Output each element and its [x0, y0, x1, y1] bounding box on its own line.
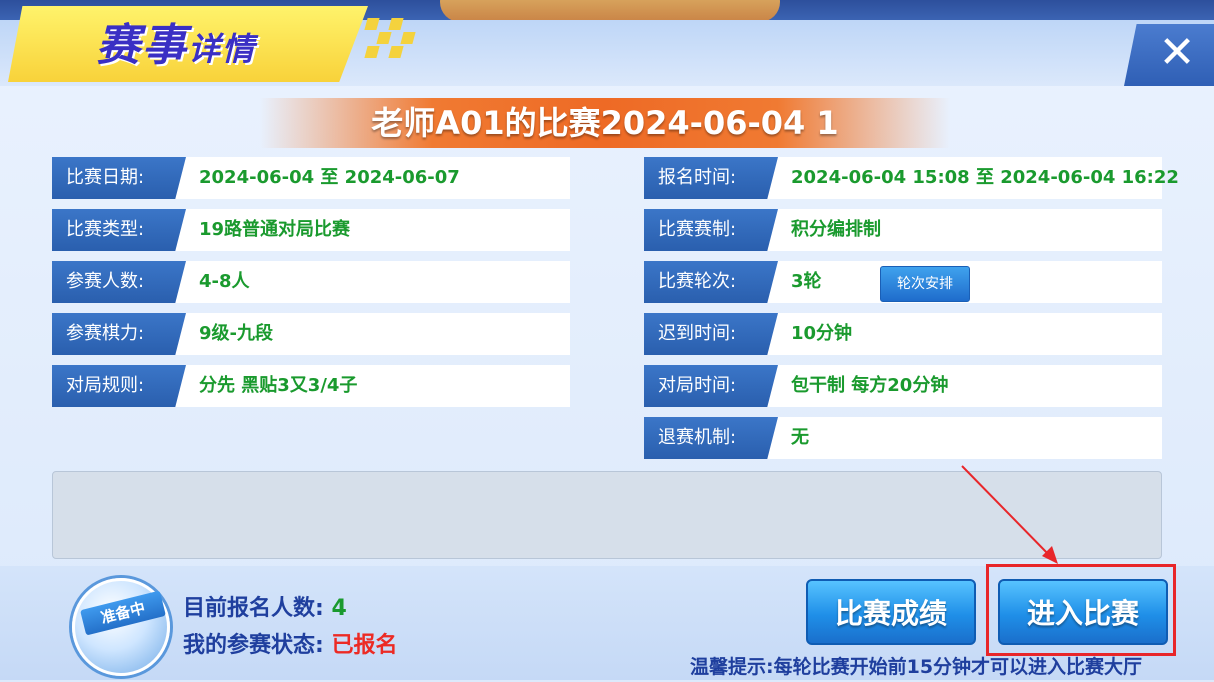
- info-row-withdraw: 退赛机制: 无: [644, 417, 1162, 459]
- info-label: 退赛机制:: [644, 417, 778, 459]
- signup-count: 目前报名人数: 4: [183, 590, 347, 622]
- info-value: 积分编排制: [791, 219, 881, 240]
- background-banner: [440, 0, 780, 22]
- info-row-game-time: 对局时间: 包干制 每方20分钟: [644, 365, 1162, 407]
- info-row-format: 比赛赛制: 积分编排制: [644, 209, 1162, 251]
- info-row-late-time: 迟到时间: 10分钟: [644, 313, 1162, 355]
- info-value: 分先 黑贴3又3/4子: [199, 375, 358, 396]
- match-title: 老师A01的比赛2024-06-04 1: [371, 104, 839, 142]
- info-value: 包干制 每方20分钟: [791, 375, 949, 396]
- close-icon[interactable]: ✕: [1152, 28, 1202, 78]
- my-status-label: 我的参赛状态:: [183, 633, 324, 658]
- round-schedule-button[interactable]: 轮次安排: [880, 266, 970, 302]
- info-value: 2024-06-04 至 2024-06-07: [199, 167, 460, 188]
- info-row-players: 参赛人数: 4-8人: [52, 261, 570, 303]
- signup-count-value: 4: [331, 596, 347, 621]
- signup-count-label: 目前报名人数:: [183, 596, 324, 621]
- highlight-box: [986, 564, 1176, 656]
- info-row-date: 比赛日期: 2024-06-04 至 2024-06-07: [52, 157, 570, 199]
- info-value: 4-8人: [199, 271, 250, 292]
- info-row-type: 比赛类型: 19路普通对局比赛: [52, 209, 570, 251]
- info-value: 2024-06-04 15:08 至 2024-06-04 16:22: [791, 167, 1179, 188]
- results-button[interactable]: 比赛成绩: [806, 579, 976, 645]
- checkered-flag-icon: [360, 14, 420, 64]
- info-label: 对局规则:: [52, 365, 186, 407]
- info-label: 比赛轮次:: [644, 261, 778, 303]
- info-label: 比赛类型:: [52, 209, 186, 251]
- warm-tip: 温馨提示:每轮比赛开始前15分钟才可以进入比赛大厅: [690, 656, 1143, 678]
- info-label: 迟到时间:: [644, 313, 778, 355]
- info-value: 无: [791, 427, 809, 448]
- info-row-rounds: 比赛轮次: 3轮 轮次安排: [644, 261, 1162, 303]
- dialog-title-main: 赛事: [96, 20, 188, 71]
- info-value: 10分钟: [791, 323, 853, 344]
- info-row-signup-time: 报名时间: 2024-06-04 15:08 至 2024-06-04 16:2…: [644, 157, 1179, 199]
- info-value: 19路普通对局比赛: [199, 219, 351, 240]
- info-label: 报名时间:: [644, 157, 778, 199]
- info-label: 比赛赛制:: [644, 209, 778, 251]
- description-box: [52, 471, 1162, 559]
- info-row-level: 参赛棋力: 9级-九段: [52, 313, 570, 355]
- info-label: 参赛人数:: [52, 261, 186, 303]
- info-label: 参赛棋力:: [52, 313, 186, 355]
- info-value: 3轮: [791, 271, 822, 292]
- my-status-value: 已报名: [331, 633, 398, 658]
- my-status: 我的参赛状态: 已报名: [183, 627, 398, 659]
- info-label: 对局时间:: [644, 365, 778, 407]
- info-value: 9级-九段: [199, 323, 273, 344]
- info-label: 比赛日期:: [52, 157, 186, 199]
- info-row-rules: 对局规则: 分先 黑贴3又3/4子: [52, 365, 570, 407]
- dialog-title: 赛事详情: [96, 16, 256, 76]
- dialog-title-sub: 详情: [188, 30, 257, 68]
